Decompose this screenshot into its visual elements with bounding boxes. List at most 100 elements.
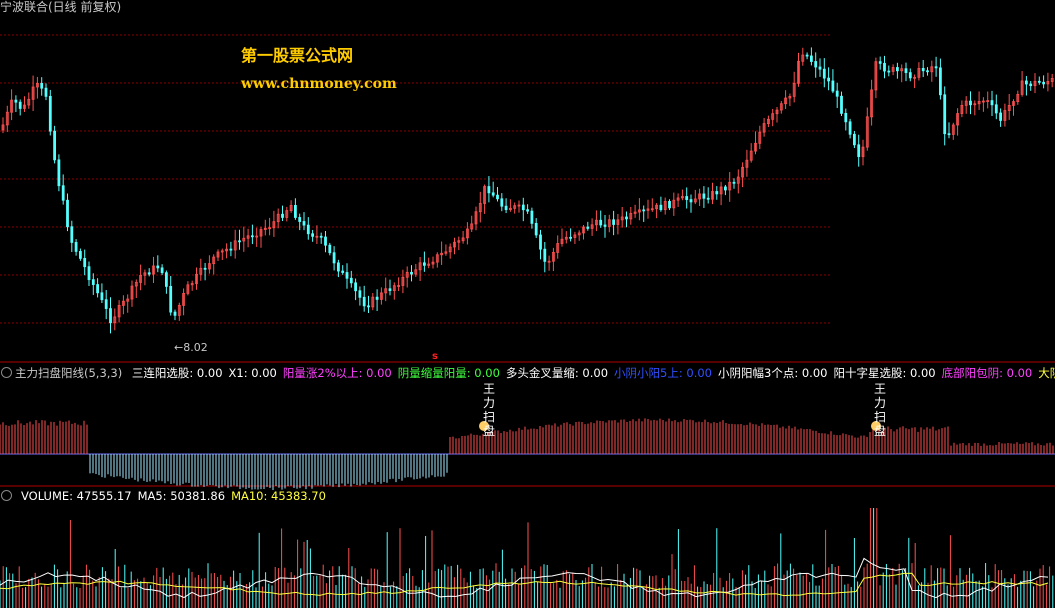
indicator-toggle-icon[interactable] [1,367,12,378]
candle-body [814,61,818,68]
stock-chart-window: 宁波联合(日线 前复权) 第一股票公式网 www.chnmoney.com ←8… [0,0,1055,608]
candle-body [66,199,69,228]
candle-body [831,80,835,92]
candle-body [969,100,972,106]
candle-body [999,112,1002,121]
candle-body [173,311,177,316]
candle-body [100,292,104,301]
candle-body [48,95,52,132]
candle-body [883,62,886,72]
candle-body [229,248,233,251]
candle-body [345,272,349,279]
candle-body [685,196,689,200]
window-title: 宁波联合(日线 前复权) [0,0,122,14]
candle-body [70,226,74,243]
watermark-url: www.chnmoney.com [241,76,397,92]
candle-body [827,77,830,82]
candle-body [908,72,912,79]
candle-body [44,87,48,97]
candle-body [104,299,108,309]
candle-body [810,55,813,62]
candle-body [990,100,994,106]
candle-body [375,296,379,300]
candle-body [302,221,306,226]
volume-value-2: MA10: 45383.70 [231,489,326,503]
candle-body [926,70,929,73]
indicator-name[interactable]: 主力扫盘阳线(5,3,3) [15,366,122,380]
candle-body [109,308,112,324]
candle-body [250,235,254,238]
candle-body [57,159,61,187]
candle-body [947,133,951,136]
candle-body [79,251,82,259]
candle-body [706,197,710,200]
candle-body [603,224,607,227]
indicator-value-7: 阳十字星选股: 0.00 [833,366,936,380]
candle-body [336,262,340,272]
candle-body [724,186,727,191]
candle-body [668,201,671,209]
candle-body [362,296,366,307]
indicator-value-0: 三连阳选股: 0.00 [131,366,223,380]
candle-body [625,216,628,220]
candle-body [324,236,327,246]
candle-body [689,199,693,203]
signal-label-2: 王力扫盘 [873,382,886,438]
candle-body [61,185,65,201]
candle-body [14,99,18,103]
candle-body [319,235,323,238]
volume-toggle-icon[interactable] [1,490,12,501]
candle-body [818,66,822,70]
candle-body [169,286,173,313]
watermark-site-name: 第一股票公式网 [241,46,354,65]
candle-body [878,61,882,64]
candle-body [328,244,332,254]
candle-body [530,210,534,224]
candle-body [311,233,315,237]
candle-body [238,240,241,243]
candle-body [293,205,297,218]
candle-body [1042,81,1045,85]
candle-body [496,194,499,200]
candle-body [526,209,529,212]
candle-body [410,271,413,275]
price-low-label: ←8.02 [174,341,208,354]
candle-body [358,290,362,298]
indicator-value-5: 小阴小阳5上: 0.00 [614,366,712,380]
candle-body [332,252,336,264]
indicator-value-6: 小阴阳幅3个点: 0.00 [718,366,828,380]
candle-body [521,204,525,211]
candle-body [732,181,736,184]
candle-body [203,267,207,270]
volume-value-0: VOLUME: 47555.17 [21,489,132,503]
candle-body [298,217,302,222]
candle-body [388,288,392,291]
candle-body [586,226,590,229]
indicator-value-4: 多头金叉量缩: 0.00 [505,366,609,380]
candle-body [921,67,925,72]
candle-body [341,270,345,273]
candle-body [53,130,56,161]
volume-value-1: MA5: 50381.86 [137,489,226,503]
indicator-value-8: 底部阳包阴: 0.00 [941,366,1033,380]
candle-body [156,265,160,269]
signal-label-1: 王力扫盘 [482,382,495,438]
candle-body [487,186,491,194]
candle-body [534,222,538,236]
indicator-legend-bar: 主力扫盘阳线(5,3,3) 三连阳选股: 0.00 X1: 0.00 阳量涨2%以上… [0,366,1055,380]
candle-body [896,67,899,72]
chart-canvas[interactable] [0,0,1055,608]
candle-body [96,284,99,294]
candle-body [848,121,852,135]
candle-body [500,198,504,207]
candle-body [1025,80,1028,85]
candle-body [853,133,856,146]
candle-body [18,101,22,109]
candle-body [840,95,843,114]
candle-body [491,192,495,196]
candle-body [994,104,998,114]
candle-body [354,282,358,292]
candle-body [83,258,87,268]
candle-body [87,266,91,281]
candle-body [715,191,719,195]
